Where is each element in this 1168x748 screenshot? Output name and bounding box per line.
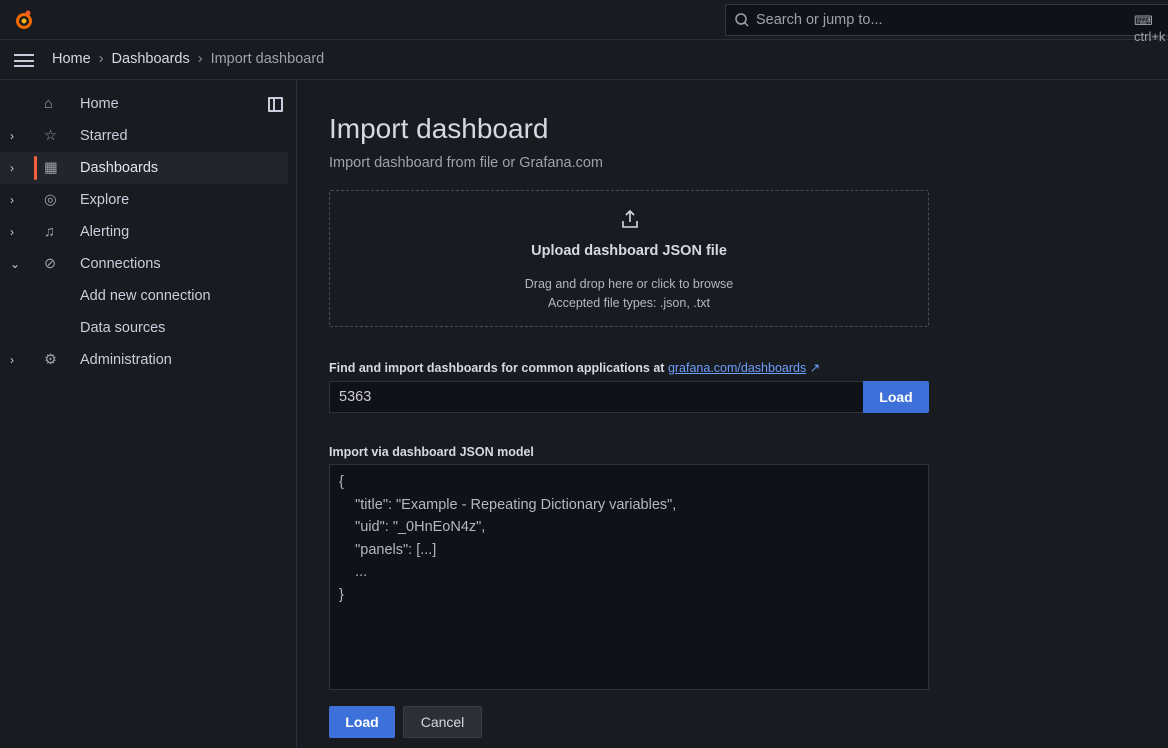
chevron-right-icon: › bbox=[98, 51, 104, 67]
page-subtitle: Import dashboard from file or Grafana.co… bbox=[329, 155, 604, 171]
gcom-id-value: 5363 bbox=[339, 389, 372, 405]
apps-icon: ▦ bbox=[44, 160, 58, 176]
sidebar-item-label: Administration bbox=[80, 352, 172, 368]
upload-file-types: Accepted file types: .json, .txt bbox=[548, 296, 710, 310]
sidebar-item-label: Data sources bbox=[80, 320, 166, 336]
search-icon bbox=[735, 13, 749, 27]
sidebar-item-home[interactable]: ⌂ Home bbox=[0, 88, 288, 120]
menu-icon[interactable] bbox=[14, 54, 34, 67]
gcom-label: Find and import dashboards for common ap… bbox=[329, 360, 820, 375]
sidebar-item-label: Starred bbox=[80, 128, 128, 144]
sidebar-item-alerting[interactable]: › ♫ Alerting bbox=[0, 216, 288, 248]
json-textarea[interactable]: { "title": "Example - Repeating Dictiona… bbox=[329, 464, 929, 690]
compass-icon: ◎ bbox=[44, 192, 57, 208]
sidebar-item-add-new-connection[interactable]: Add new connection bbox=[0, 280, 288, 312]
upload-icon bbox=[622, 209, 638, 228]
upload-title: Upload dashboard JSON file bbox=[531, 243, 727, 259]
sidebar: ⌂ Home › ☆ Starred › ▦ Dashboards › ◎ Explore › ♫ Ale… bbox=[0, 80, 297, 748]
sidebar-item-data-sources[interactable]: Data sources bbox=[0, 312, 288, 344]
breadcrumb-home[interactable]: Home bbox=[52, 51, 91, 67]
load-button[interactable]: Load bbox=[329, 706, 395, 738]
chevron-icon[interactable]: ⌄ bbox=[10, 257, 22, 271]
gcom-label-text: Find and import dashboards for common ap… bbox=[329, 361, 665, 375]
star-icon: ☆ bbox=[44, 128, 57, 144]
sidebar-item-dashboards[interactable]: › ▦ Dashboards bbox=[0, 152, 288, 184]
sidebar-item-label: Alerting bbox=[80, 224, 130, 240]
chevron-right-icon: › bbox=[197, 51, 203, 67]
gcom-load-button[interactable]: Load bbox=[863, 381, 929, 413]
page-title: Import dashboard bbox=[329, 113, 549, 144]
chevron-icon[interactable]: › bbox=[10, 129, 22, 143]
external-link-icon: ↗ bbox=[809, 361, 821, 375]
search-input[interactable]: Search or jump to... ⌨ ctrl+k bbox=[725, 4, 1168, 44]
sidebar-item-label: Connections bbox=[80, 256, 161, 272]
link-icon: ⊘ bbox=[44, 256, 57, 272]
breadcrumb: Home › Dashboards › Import dashboard bbox=[52, 51, 324, 67]
chevron-icon[interactable]: › bbox=[10, 161, 22, 175]
cancel-button[interactable]: Cancel bbox=[403, 706, 482, 738]
bell-icon: ♫ bbox=[44, 224, 55, 240]
sidebar-item-explore[interactable]: › ◎ Explore bbox=[0, 184, 288, 216]
chevron-icon[interactable]: › bbox=[10, 353, 22, 367]
chevron-icon[interactable]: › bbox=[10, 225, 22, 239]
sidebar-item-connections[interactable]: ⌄ ⊘ Connections bbox=[0, 248, 288, 280]
sidebar-item-label: Explore bbox=[80, 192, 130, 208]
gcom-link[interactable]: grafana.com/dashboards bbox=[668, 361, 806, 375]
grafana-logo-icon[interactable] bbox=[13, 9, 35, 31]
upload-dropzone[interactable]: Upload dashboard JSON file Drag and drop… bbox=[329, 190, 929, 327]
sidebar-item-starred[interactable]: › ☆ Starred bbox=[0, 120, 288, 152]
chevron-icon[interactable]: › bbox=[10, 193, 22, 207]
json-label: Import via dashboard JSON model bbox=[329, 445, 534, 459]
keyboard-icon: ⌨ bbox=[1134, 13, 1153, 28]
upload-hint: Drag and drop here or click to browse bbox=[524, 277, 734, 291]
sidebar-item-administration[interactable]: › ⚙ Administration bbox=[0, 344, 288, 376]
gcom-id-input[interactable]: 5363 bbox=[329, 381, 864, 413]
top-bar: Search or jump to... ⌨ ctrl+k bbox=[0, 0, 1168, 44]
breadcrumb-current: Import dashboard bbox=[210, 51, 325, 67]
sidebar-item-label: Add new connection bbox=[80, 288, 211, 304]
sidebar-item-label: Home bbox=[80, 96, 119, 112]
search-placeholder: Search or jump to... bbox=[756, 12, 883, 28]
breadcrumb-dashboards[interactable]: Dashboards bbox=[112, 51, 190, 67]
home-icon: ⌂ bbox=[44, 96, 53, 112]
breadcrumb-bar: Home › Dashboards › Import dashboard bbox=[0, 40, 1168, 80]
gear-icon: ⚙ bbox=[44, 352, 57, 368]
sidebar-item-label: Dashboards bbox=[80, 160, 159, 176]
